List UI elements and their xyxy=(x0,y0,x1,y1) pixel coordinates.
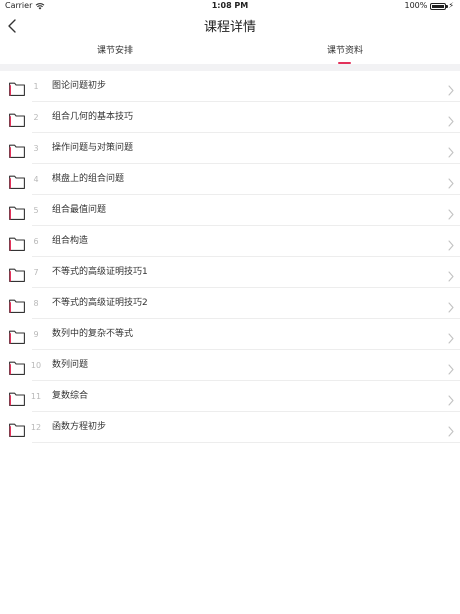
folder-icon xyxy=(9,360,25,375)
item-index: 4 xyxy=(33,175,39,184)
item-index: 11 xyxy=(30,392,42,401)
item-index: 3 xyxy=(33,144,39,153)
item-title: 操作问题与对策问题 xyxy=(52,143,134,153)
item-index: 2 xyxy=(33,113,39,122)
tab-bar: 课节安排 课节资料 xyxy=(0,40,460,64)
item-title: 数列中的复杂不等式 xyxy=(52,329,134,339)
item-title: 组合几何的基本技巧 xyxy=(52,112,134,122)
chevron-right-icon xyxy=(448,205,454,220)
chevron-right-icon xyxy=(448,422,454,437)
list-item[interactable]: 1 图论问题初步 xyxy=(0,71,460,102)
chevron-right-icon xyxy=(448,329,454,344)
list-item[interactable]: 4 棋盘上的组合问题 xyxy=(0,164,460,195)
list-item[interactable]: 5 组合最值问题 xyxy=(0,195,460,226)
tab-schedule[interactable]: 课节安排 xyxy=(60,40,170,64)
item-title: 不等式的高级证明技巧1 xyxy=(52,267,148,277)
chevron-right-icon xyxy=(448,298,454,313)
folder-icon xyxy=(9,391,25,406)
item-index: 5 xyxy=(33,206,39,215)
item-index: 8 xyxy=(33,299,39,308)
list-item[interactable]: 11 复数综合 xyxy=(0,381,460,412)
battery-icon xyxy=(430,2,449,10)
folder-icon xyxy=(9,267,25,282)
section-separator xyxy=(0,64,460,71)
list-item[interactable]: 9 数列中的复杂不等式 xyxy=(0,319,460,350)
chevron-right-icon xyxy=(448,236,454,251)
item-index: 6 xyxy=(33,237,39,246)
status-time: 1:08 PM xyxy=(211,1,249,10)
chevron-right-icon xyxy=(448,174,454,189)
list-item[interactable]: 2 组合几何的基本技巧 xyxy=(0,102,460,133)
folder-icon xyxy=(9,143,25,158)
list-item[interactable]: 10 数列问题 xyxy=(0,350,460,381)
item-title: 棋盘上的组合问题 xyxy=(52,174,125,184)
list-item[interactable]: 8 不等式的高级证明技巧2 xyxy=(0,288,460,319)
item-index: 1 xyxy=(33,82,39,91)
item-title: 复数综合 xyxy=(52,391,89,401)
folder-icon xyxy=(9,112,25,127)
item-title: 图论问题初步 xyxy=(52,81,107,91)
tab-materials[interactable]: 课节资料 xyxy=(290,40,400,64)
item-index: 7 xyxy=(33,268,39,277)
list-item[interactable]: 12 函数方程初步 xyxy=(0,412,460,443)
folder-icon xyxy=(9,236,25,251)
folder-icon xyxy=(9,205,25,220)
chevron-right-icon xyxy=(448,81,454,96)
item-title: 数列问题 xyxy=(52,360,89,370)
page-title: 课程详情 xyxy=(203,20,256,35)
item-index: 12 xyxy=(30,423,42,432)
list-item[interactable]: 7 不等式的高级证明技巧1 xyxy=(0,257,460,288)
item-title: 不等式的高级证明技巧2 xyxy=(52,298,148,308)
charging-icon: ⚡ xyxy=(448,1,454,10)
chevron-right-icon xyxy=(448,360,454,375)
folder-icon xyxy=(9,81,25,96)
chevron-right-icon xyxy=(448,143,454,158)
folder-icon xyxy=(9,329,25,344)
status-bar: Carrier 1:08 PM 100% ⚡ xyxy=(0,0,460,12)
chevron-right-icon xyxy=(448,267,454,282)
folder-icon xyxy=(9,298,25,313)
material-list: 1 图论问题初步 2 组合几何的基本技巧 3 操作问题与对策问题 4 棋盘上的组合问题 5 组合最… xyxy=(0,71,460,443)
item-title: 组合构造 xyxy=(52,236,89,246)
item-title: 组合最值问题 xyxy=(52,205,107,215)
list-item[interactable]: 6 组合构造 xyxy=(0,226,460,257)
chevron-right-icon xyxy=(448,391,454,406)
folder-icon xyxy=(9,422,25,437)
chevron-right-icon xyxy=(448,112,454,127)
navigation-bar: 课程详情 xyxy=(0,12,460,40)
item-index: 10 xyxy=(30,361,42,370)
item-title: 函数方程初步 xyxy=(52,422,107,432)
item-index: 9 xyxy=(33,330,39,339)
status-right: 100% ⚡ xyxy=(405,0,455,12)
list-item[interactable]: 3 操作问题与对策问题 xyxy=(0,133,460,164)
folder-icon xyxy=(9,174,25,189)
battery-percent: 100% xyxy=(404,1,428,10)
